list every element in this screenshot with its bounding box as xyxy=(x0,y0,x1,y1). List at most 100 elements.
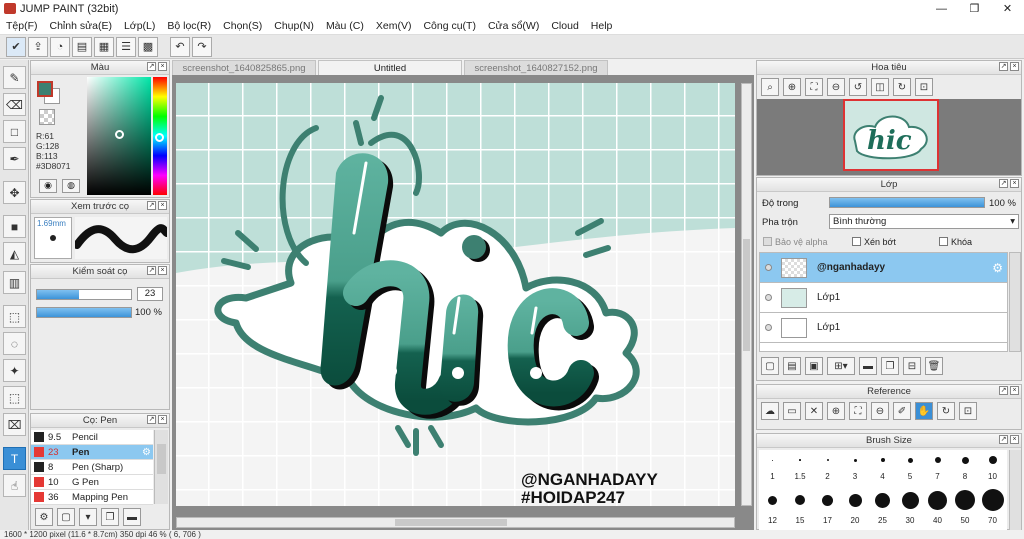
main-color-swatch[interactable] xyxy=(37,81,53,97)
hand-icon[interactable]: ✋ xyxy=(915,402,933,420)
brush-size-cell[interactable]: 20 xyxy=(842,488,869,526)
brush-size-input[interactable]: 23 xyxy=(137,287,163,301)
menu-layer[interactable]: Lớp(L) xyxy=(118,20,161,32)
brush-item[interactable]: 23 Pen ⚙ xyxy=(31,445,153,460)
lasso-tool-icon[interactable]: ◌ xyxy=(3,332,26,355)
panel-float-icon[interactable]: ↗ xyxy=(147,201,156,210)
brush-size-cell[interactable]: 4 xyxy=(869,450,896,488)
brush-item[interactable]: 8 Pen (Sharp) xyxy=(31,460,153,475)
brush-size-cell[interactable]: 30 xyxy=(897,488,924,526)
brush-item[interactable]: 36 Mapping Pen xyxy=(31,490,153,505)
ref-fullscreen-icon[interactable]: ⊡ xyxy=(959,402,977,420)
panel-close-icon[interactable]: × xyxy=(158,201,167,210)
select-eraser-tool-icon[interactable]: ⌧ xyxy=(3,413,26,436)
brush-size-cell[interactable]: 17 xyxy=(814,488,841,526)
brush-size-cell[interactable]: 8 xyxy=(952,450,979,488)
select-rect-tool-icon[interactable]: ⬚ xyxy=(3,305,26,328)
rectangle-tool-icon[interactable]: □ xyxy=(3,120,26,143)
layer-visibility-icon[interactable] xyxy=(765,264,772,271)
panel-float-icon[interactable]: ↗ xyxy=(999,179,1008,188)
eraser-tool-icon[interactable]: ⌫ xyxy=(3,93,26,116)
clipping-checkbox[interactable]: Xén bớt xyxy=(852,237,896,247)
ref-zoom-in-icon[interactable]: ⊕ xyxy=(827,402,845,420)
color-picker-cursor[interactable] xyxy=(115,130,124,139)
panel-close-icon[interactable]: × xyxy=(1010,62,1019,71)
eyedropper-icon[interactable]: ✐ xyxy=(893,402,911,420)
layer-list-scrollbar[interactable] xyxy=(1009,252,1021,352)
layer-duplicate-icon[interactable]: ❐ xyxy=(881,357,899,375)
drawing-canvas[interactable]: @NGANHADAYY #HOIDAP247 xyxy=(176,83,735,506)
hue-cursor[interactable] xyxy=(155,133,164,142)
menu-file[interactable]: Tệp(F) xyxy=(0,20,44,32)
brush-size-cell[interactable]: 10 xyxy=(979,450,1006,488)
blend-mode-select[interactable]: Bình thường ▾ xyxy=(829,214,1019,229)
menu-color[interactable]: Màu (C) xyxy=(320,20,370,32)
panel-float-icon[interactable]: ↗ xyxy=(999,62,1008,71)
layer-opacity-slider[interactable] xyxy=(829,197,985,208)
canvas-vertical-scrollbar[interactable] xyxy=(741,83,752,506)
layer-text-icon[interactable]: ▣ xyxy=(805,357,823,375)
layer-row[interactable]: @nganhadayy ⚙ xyxy=(760,253,1007,283)
list-icon[interactable]: ☰ xyxy=(116,36,136,57)
new-layer-icon[interactable]: ▢ xyxy=(761,357,779,375)
panel-close-icon[interactable]: × xyxy=(158,62,167,71)
tab-untitled[interactable]: Untitled xyxy=(318,60,462,75)
brush-copy-icon[interactable]: ❐ xyxy=(101,508,119,526)
brush-menu-icon[interactable]: ▾ xyxy=(79,508,97,526)
rotate-right-icon[interactable]: ↻ xyxy=(893,78,911,96)
document-icon[interactable]: ▦ xyxy=(94,36,114,57)
delete-layer-icon[interactable]: 🗑 xyxy=(925,357,943,375)
grid-icon[interactable]: ▩ xyxy=(138,36,158,57)
minimize-button[interactable]: — xyxy=(925,0,958,17)
undo-icon[interactable]: ↶ xyxy=(170,36,190,57)
brush-size-cell[interactable]: 1 xyxy=(759,450,786,488)
zoom-icon[interactable]: ⌕ xyxy=(761,78,779,96)
select-pen-tool-icon[interactable]: ⬚ xyxy=(3,386,26,409)
panel-close-icon[interactable]: × xyxy=(158,266,167,275)
layer-folder-icon[interactable]: ▬ xyxy=(859,357,877,375)
restore-button[interactable]: ❐ xyxy=(958,0,991,17)
rotate-left-icon[interactable]: ↺ xyxy=(849,78,867,96)
layer-add-menu-icon[interactable]: ⊞▾ xyxy=(827,357,855,375)
menu-capture[interactable]: Chụp(N) xyxy=(268,20,320,32)
brush-size-cell[interactable]: 7 xyxy=(924,450,951,488)
color-set-icon[interactable]: ◍ xyxy=(62,179,80,193)
zoom-out-icon[interactable]: ⊖ xyxy=(827,78,845,96)
menu-cloud[interactable]: Cloud xyxy=(545,20,584,32)
bucket-tool-icon[interactable]: ◭ xyxy=(3,242,26,265)
layer-row[interactable]: Lớp1 xyxy=(760,313,1007,343)
brush-size-cell[interactable]: 25 xyxy=(869,488,896,526)
menu-view[interactable]: Xem(V) xyxy=(370,20,418,32)
hue-slider[interactable] xyxy=(153,77,167,195)
ref-zoom-out-icon[interactable]: ⊖ xyxy=(871,402,889,420)
brush-size-cell[interactable]: 2 xyxy=(814,450,841,488)
flip-icon[interactable]: ◫ xyxy=(871,78,889,96)
check-icon[interactable]: ✔ xyxy=(6,36,26,57)
brush-size-cell[interactable]: 12 xyxy=(759,488,786,526)
text-tool-icon[interactable]: T xyxy=(3,447,26,470)
brush-settings-icon[interactable]: ⚙ xyxy=(35,508,53,526)
new-brush-icon[interactable]: ▢ xyxy=(57,508,75,526)
hand-tool-icon[interactable]: ☝ xyxy=(3,474,26,497)
panel-close-icon[interactable]: × xyxy=(1010,435,1019,444)
canvas-horizontal-scrollbar[interactable] xyxy=(176,517,735,528)
menu-help[interactable]: Help xyxy=(585,20,619,32)
panel-float-icon[interactable]: ↗ xyxy=(999,386,1008,395)
layer-visibility-icon[interactable] xyxy=(765,294,772,301)
comment-icon[interactable]: ◔ xyxy=(50,36,70,57)
brush-size-cell[interactable]: 50 xyxy=(952,488,979,526)
cloud-icon[interactable]: ☁ xyxy=(761,402,779,420)
menu-window[interactable]: Cửa sổ(W) xyxy=(482,20,545,32)
panel-close-icon[interactable]: × xyxy=(1010,386,1019,395)
brush-size-cell[interactable]: 1.5 xyxy=(787,450,814,488)
palette-icon[interactable]: ◉ xyxy=(39,179,57,193)
layer-row[interactable]: Lớp1 xyxy=(760,283,1007,313)
brush-size-cell[interactable]: 70 xyxy=(979,488,1006,526)
navigator-viewport[interactable]: hic xyxy=(843,99,939,171)
panel-close-icon[interactable]: × xyxy=(1010,179,1019,188)
move-tool-icon[interactable]: ✥ xyxy=(3,181,26,204)
panel-float-icon[interactable]: ↗ xyxy=(147,62,156,71)
fit-icon[interactable]: ⛶ xyxy=(805,78,823,96)
brush-size-slider[interactable] xyxy=(36,289,132,300)
close-reference-icon[interactable]: ✕ xyxy=(805,402,823,420)
